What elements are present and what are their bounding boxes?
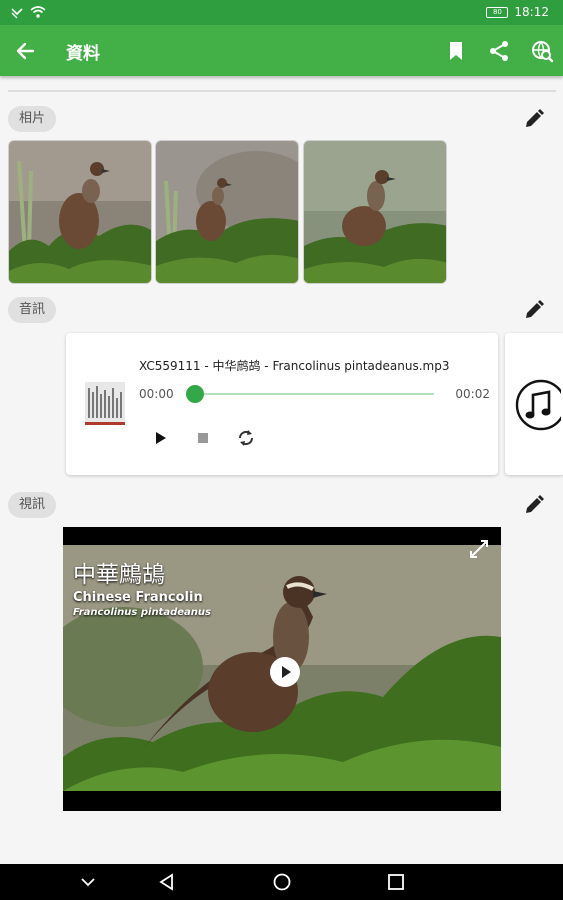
audio-seek-handle[interactable] [186, 385, 204, 403]
fullscreen-icon[interactable] [469, 539, 489, 559]
web-search-icon[interactable] [530, 39, 554, 63]
status-bar: 80 18:12 [0, 0, 563, 25]
photos-section-label: 相片 [8, 106, 57, 132]
collapse-icon[interactable] [79, 873, 97, 891]
play-icon[interactable] [150, 428, 170, 448]
wifi-icon [30, 5, 46, 22]
notification-icon [10, 5, 24, 22]
audio-player-card: XC559111 - 中华鹧鸪 - Francolinus pintadeanu… [66, 333, 498, 475]
audio-file-name: XC559111 - 中华鹧鸪 - Francolinus pintadeanu… [139, 359, 450, 373]
audio-seek-bar[interactable] [194, 393, 434, 395]
edit-audio-icon[interactable] [522, 298, 546, 322]
divider [8, 90, 556, 92]
repeat-icon[interactable] [236, 428, 256, 448]
audio-current-time: 00:00 [139, 387, 174, 401]
app-bar: 資料 [0, 25, 563, 76]
photo-thumbnail-3[interactable] [303, 140, 447, 284]
stop-icon[interactable] [193, 428, 213, 448]
battery-icon: 80 [486, 6, 509, 18]
music-note-icon [513, 379, 563, 435]
system-nav-bar [0, 864, 563, 900]
share-icon[interactable] [487, 39, 511, 63]
video-play-icon[interactable] [270, 657, 300, 687]
video-section-label: 視訊 [8, 492, 57, 518]
audio-section-label: 音訊 [8, 297, 57, 323]
video-title-chinese: 中華鷓鴣 [73, 562, 165, 588]
audio-duration: 00:02 [455, 387, 490, 401]
audio-player-card-2[interactable] [505, 333, 563, 475]
back-arrow-icon[interactable] [13, 38, 39, 64]
photo-thumbnail-1[interactable] [8, 140, 152, 284]
edit-video-icon[interactable] [522, 493, 546, 517]
nav-home-icon[interactable] [273, 873, 291, 891]
edit-photos-icon[interactable] [522, 107, 546, 131]
status-time: 18:12 [514, 5, 549, 19]
nav-recents-icon[interactable] [387, 873, 405, 891]
spectrogram-thumbnail [83, 378, 127, 430]
video-title-english: Chinese Francolin [73, 590, 203, 605]
video-title-scientific: Francolinus pintadeanus [73, 607, 211, 618]
video-player[interactable]: 中華鷓鴣 Chinese Francolin Francolinus pinta… [63, 527, 501, 811]
nav-back-icon[interactable] [158, 873, 176, 891]
photo-thumbnail-2[interactable] [155, 140, 299, 284]
bookmark-icon[interactable] [444, 39, 468, 63]
page-title: 資料 [66, 44, 100, 64]
